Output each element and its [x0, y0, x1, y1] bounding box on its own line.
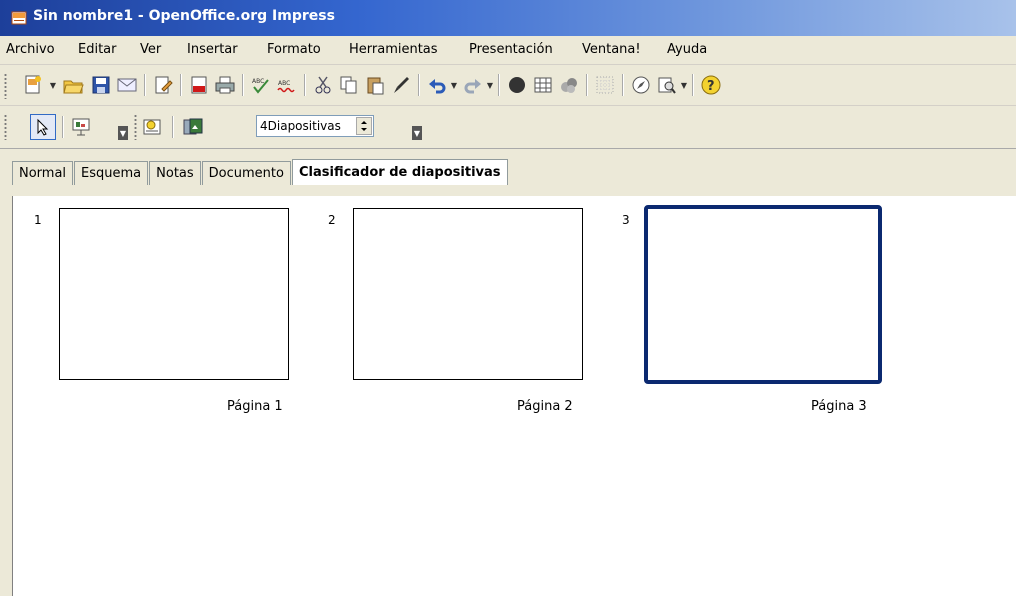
slide-show-timer-icon[interactable]	[140, 114, 166, 140]
toolbar-separator	[304, 74, 306, 96]
toolbar-grip[interactable]	[4, 114, 7, 140]
spin-button[interactable]	[356, 117, 372, 135]
export-pdf-icon[interactable]	[186, 72, 212, 98]
menu-ayuda[interactable]: Ayuda	[667, 42, 707, 57]
slide-thumbnail-3[interactable]	[644, 205, 882, 384]
table-icon[interactable]	[530, 72, 556, 98]
tab-normal[interactable]: Normal	[12, 161, 74, 185]
window-title: Sin nombre1 - OpenOffice.org Impress	[33, 8, 335, 24]
slide-number: 2	[328, 213, 336, 227]
paste-icon[interactable]	[362, 72, 388, 98]
slide-label-1: Página 1	[227, 399, 283, 414]
menu-bar: Archivo Editar Ver Insertar Formato Herr…	[0, 36, 1016, 65]
toolbar-separator	[418, 74, 420, 96]
title-bar: Sin nombre1 - OpenOffice.org Impress	[0, 0, 1016, 36]
redo-dropdown-arrow[interactable]: ▼	[486, 78, 494, 92]
slide-transition-icon[interactable]	[180, 114, 206, 140]
slide-label-3: Página 3	[811, 399, 867, 414]
zoom-icon[interactable]	[654, 72, 680, 98]
toolbar-separator	[242, 74, 244, 96]
slide-sorter-area[interactable]: 1 Página 1 2 Página 2 3 Página 3	[12, 196, 1016, 596]
toolbar-separator	[692, 74, 694, 96]
impress-app-icon[interactable]	[10, 9, 28, 27]
help-icon[interactable]: ?	[698, 72, 724, 98]
view-tab-bar: Normal Esquema Notas Documento Clasifica…	[12, 149, 1016, 196]
presentation-icon[interactable]	[68, 114, 94, 140]
slide-number: 3	[622, 213, 630, 227]
toolbar-grip[interactable]	[4, 73, 7, 99]
autospellcheck-icon[interactable]: ABC	[274, 72, 300, 98]
toolbar-grip[interactable]	[134, 114, 137, 140]
edit-file-icon[interactable]	[150, 72, 176, 98]
spellcheck-icon[interactable]: ABC	[248, 72, 274, 98]
toolbar-separator	[62, 116, 64, 138]
slide-thumbnail-1[interactable]	[59, 208, 289, 380]
record-icon[interactable]	[504, 72, 530, 98]
menu-ver[interactable]: Ver	[140, 42, 161, 57]
grid-icon[interactable]	[592, 72, 618, 98]
cut-icon[interactable]	[310, 72, 336, 98]
copy-icon[interactable]	[336, 72, 362, 98]
tab-documento[interactable]: Documento	[201, 161, 291, 185]
svg-text:ABC: ABC	[278, 80, 290, 87]
toolbar-separator	[172, 116, 174, 138]
menu-formato[interactable]: Formato	[267, 42, 321, 57]
standard-toolbar: ▼ ABC ABC ▼ ▼ ▼ ?	[0, 65, 1016, 106]
clone-format-icon[interactable]	[388, 72, 414, 98]
menu-editar[interactable]: Editar	[78, 42, 117, 57]
menu-herramientas[interactable]: Herramientas	[349, 42, 438, 57]
slide-label-2: Página 2	[517, 399, 573, 414]
toolbar-options-arrow[interactable]: ▼	[118, 126, 128, 140]
slides-per-row-value: 4Diapositivas	[260, 119, 341, 133]
toolbar-separator	[498, 74, 500, 96]
menu-ventana[interactable]: Ventana!	[582, 42, 641, 57]
menu-insertar[interactable]: Insertar	[187, 42, 238, 57]
toolbar-separator	[180, 74, 182, 96]
menu-presentacion[interactable]: Presentación	[469, 42, 553, 57]
toolbar-separator	[622, 74, 624, 96]
new-dropdown-arrow[interactable]: ▼	[49, 78, 57, 92]
presentation-toolbar: ▼ 4Diapositivas ▼	[0, 106, 1016, 149]
select-pointer-icon[interactable]	[30, 114, 56, 140]
svg-text:ABC: ABC	[252, 78, 264, 85]
svg-text:?: ?	[707, 79, 715, 94]
tab-notas[interactable]: Notas	[149, 161, 201, 185]
toolbar-options-arrow[interactable]: ▼	[412, 126, 422, 140]
tab-clasificador-de-diapositivas[interactable]: Clasificador de diapositivas	[291, 159, 508, 185]
navigator-icon[interactable]	[628, 72, 654, 98]
open-folder-icon[interactable]	[60, 72, 86, 98]
new-document-icon[interactable]	[20, 72, 46, 98]
toolbar-separator	[144, 74, 146, 96]
zoom-dropdown-arrow[interactable]: ▼	[680, 78, 688, 92]
tab-esquema[interactable]: Esquema	[74, 161, 149, 185]
chart-icon[interactable]	[556, 72, 582, 98]
menu-archivo[interactable]: Archivo	[6, 42, 55, 57]
slide-number: 1	[34, 213, 42, 227]
toolbar-separator	[586, 74, 588, 96]
slide-thumbnail-2[interactable]	[353, 208, 583, 380]
redo-icon[interactable]	[460, 72, 486, 98]
slides-per-row-stepper[interactable]: 4Diapositivas	[256, 115, 374, 137]
save-icon[interactable]	[88, 72, 114, 98]
left-frame-edge	[0, 149, 12, 596]
undo-icon[interactable]	[424, 72, 450, 98]
email-icon[interactable]	[114, 72, 140, 98]
print-icon[interactable]	[212, 72, 238, 98]
undo-dropdown-arrow[interactable]: ▼	[450, 78, 458, 92]
